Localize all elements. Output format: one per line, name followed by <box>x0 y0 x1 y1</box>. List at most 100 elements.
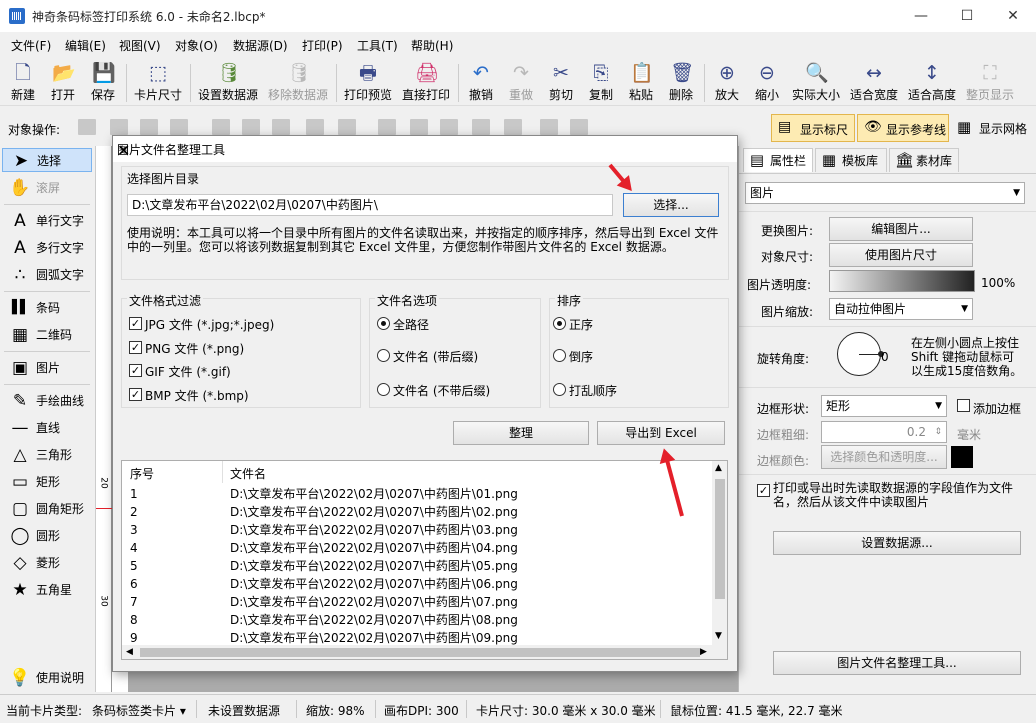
menu-view[interactable]: 视图(V) <box>119 37 161 54</box>
layer-icon[interactable] <box>78 119 96 135</box>
scroll-up-icon[interactable]: ▲ <box>715 463 722 473</box>
scroll-left-icon[interactable]: ◀ <box>126 647 133 657</box>
menu-help[interactable]: 帮助(H) <box>411 37 453 54</box>
help-guide[interactable]: 💡 使用说明 <box>2 666 92 690</box>
cut-button[interactable]: ✂ 剪切 <box>544 60 578 104</box>
table-row[interactable]: 2 D:\文章发布平台\2022\02月\0207\中药图片\02.png <box>122 503 712 521</box>
horizontal-scrollbar[interactable]: ◀ ▶ <box>122 645 727 659</box>
show-guides-toggle[interactable]: 👁 显示参考线 <box>857 114 949 142</box>
choose-directory-button[interactable]: 选择... <box>623 193 719 217</box>
name-without-ext-radio[interactable] <box>377 383 390 396</box>
table-row[interactable]: 7 D:\文章发布平台\2022\02月\0207\中药图片\07.png <box>122 593 712 611</box>
tool-arc-text[interactable]: ∴ 圆弧文字 <box>2 263 92 287</box>
set-datasource-button[interactable]: 设置数据源... <box>773 531 1021 555</box>
new-button[interactable]: 🗋 新建 <box>6 60 40 104</box>
layer-icon[interactable] <box>170 119 188 135</box>
export-excel-button[interactable]: 导出到 Excel <box>597 421 725 445</box>
tool-select[interactable]: ➤ 选择 <box>2 148 92 172</box>
spinner-icon[interactable]: ⇕ <box>934 422 942 442</box>
copy-button[interactable]: ⎘ 复制 <box>584 60 618 104</box>
set-datasource-button[interactable]: 🛢 设置数据源 <box>196 60 260 104</box>
minimize-button[interactable]: — <box>898 0 944 32</box>
close-icon[interactable]: ✕ <box>117 141 729 160</box>
align-icon[interactable] <box>410 119 428 135</box>
scroll-down-icon[interactable]: ▼ <box>715 631 722 641</box>
jpg-checkbox[interactable]: ✓ <box>129 317 142 330</box>
table-row[interactable]: 6 D:\文章发布平台\2022\02月\0207\中药图片\06.png <box>122 575 712 593</box>
use-image-size-button[interactable]: 使用图片尺寸 <box>829 243 973 267</box>
align-icon[interactable] <box>212 119 230 135</box>
tool-image[interactable]: ▣ 图片 <box>2 356 92 380</box>
print-preview-button[interactable]: 🖶 打印预览 <box>342 60 394 104</box>
border-shape-select[interactable]: 矩形 ▼ <box>821 395 947 417</box>
tab-templates[interactable]: ▦ 模板库 <box>815 148 887 172</box>
object-type-select[interactable]: 图片 ▼ <box>745 182 1025 204</box>
organize-button[interactable]: 整理 <box>453 421 589 445</box>
column-filename[interactable]: 文件名 <box>230 465 266 482</box>
table-row[interactable]: 1 D:\文章发布平台\2022\02月\0207\中药图片\01.png <box>122 485 712 503</box>
paste-button[interactable]: 📋 粘贴 <box>624 60 658 104</box>
align-icon[interactable] <box>440 119 458 135</box>
results-list[interactable]: 序号 文件名 1 D:\文章发布平台\2022\02月\0207\中药图片\01.… <box>121 460 728 660</box>
align-icon[interactable] <box>306 119 324 135</box>
opacity-slider[interactable] <box>829 270 975 292</box>
remove-datasource-button[interactable]: 🛢 移除数据源 <box>266 60 330 104</box>
save-button[interactable]: 💾 保存 <box>86 60 120 104</box>
sort-asc-radio[interactable] <box>553 317 566 330</box>
table-row[interactable]: 8 D:\文章发布平台\2022\02月\0207\中药图片\08.png <box>122 611 712 629</box>
bmp-checkbox[interactable]: ✓ <box>129 388 142 401</box>
tool-circle[interactable]: ◯ 圆形 <box>2 524 92 548</box>
menu-tools[interactable]: 工具(T) <box>357 37 398 54</box>
tool-rounded-rect[interactable]: ▢ 圆角矩形 <box>2 497 92 521</box>
sort-shuffle-radio[interactable] <box>553 383 566 396</box>
column-index[interactable]: 序号 <box>130 465 154 482</box>
redo-button[interactable]: ↷ 重做 <box>504 60 538 104</box>
full-path-radio[interactable] <box>377 317 390 330</box>
hscrollbar-thumb[interactable] <box>140 648 700 657</box>
actual-size-button[interactable]: 🔍 实际大小 <box>790 60 842 104</box>
gif-checkbox[interactable]: ✓ <box>129 364 142 377</box>
open-button[interactable]: 📂 打开 <box>46 60 80 104</box>
scrollbar-thumb[interactable] <box>715 479 725 599</box>
menu-edit[interactable]: 编辑(E) <box>65 37 106 54</box>
scroll-right-icon[interactable]: ▶ <box>700 647 707 657</box>
tool-triangle[interactable]: △ 三角形 <box>2 443 92 467</box>
maximize-button[interactable]: ☐ <box>944 0 990 32</box>
fit-page-button[interactable]: ⛶ 整页显示 <box>964 60 1016 104</box>
menu-datasource[interactable]: 数据源(D) <box>233 37 288 54</box>
tool-diamond[interactable]: ◇ 菱形 <box>2 551 92 575</box>
border-width-input[interactable]: 0.2 ⇕ <box>821 421 947 443</box>
edit-image-button[interactable]: 编辑图片... <box>829 217 973 241</box>
vertical-scrollbar[interactable]: ▲ ▼ <box>712 461 727 645</box>
border-color-swatch[interactable] <box>951 446 973 468</box>
table-row[interactable]: 4 D:\文章发布平台\2022\02月\0207\中药图片\04.png <box>122 539 712 557</box>
fit-height-button[interactable]: ↕ 适合高度 <box>906 60 958 104</box>
show-grid-toggle[interactable]: ▦ 显示网格 <box>953 114 1033 142</box>
group-icon[interactable] <box>570 119 588 135</box>
tool-single-text[interactable]: A 单行文字 <box>2 209 92 233</box>
card-size-button[interactable]: ⬚ 卡片尺寸 <box>132 60 184 104</box>
image-filename-tool-button[interactable]: 图片文件名整理工具... <box>773 651 1021 675</box>
add-border-checkbox[interactable] <box>957 399 970 412</box>
show-ruler-toggle[interactable]: ▤ 显示标尺 <box>771 114 855 142</box>
directory-input[interactable]: D:\文章发布平台\2022\02月\0207\中药图片\ <box>127 194 613 216</box>
table-row[interactable]: 3 D:\文章发布平台\2022\02月\0207\中药图片\03.png <box>122 521 712 539</box>
sort-desc-radio[interactable] <box>553 349 566 362</box>
tool-freehand[interactable]: ✎ 手绘曲线 <box>2 389 92 413</box>
card-type-value[interactable]: 条码标签类卡片 ▾ <box>92 702 186 719</box>
scale-select[interactable]: 自动拉伸图片 ▼ <box>829 298 973 320</box>
tool-multi-text[interactable]: A 多行文字 <box>2 236 92 260</box>
align-icon[interactable] <box>242 119 260 135</box>
undo-button[interactable]: ↶ 撤销 <box>464 60 498 104</box>
tool-scroll[interactable]: ✋ 滚屏 <box>2 176 92 200</box>
align-icon[interactable] <box>272 119 290 135</box>
layer-icon[interactable] <box>110 119 128 135</box>
close-window-button[interactable]: ✕ <box>990 0 1036 32</box>
menu-print[interactable]: 打印(P) <box>302 37 343 54</box>
tool-rectangle[interactable]: ▭ 矩形 <box>2 470 92 494</box>
menu-file[interactable]: 文件(F) <box>11 37 51 54</box>
group-icon[interactable] <box>540 119 558 135</box>
align-icon[interactable] <box>378 119 396 135</box>
read-path-checkbox[interactable]: ✓ <box>757 484 770 497</box>
name-with-ext-radio[interactable] <box>377 349 390 362</box>
